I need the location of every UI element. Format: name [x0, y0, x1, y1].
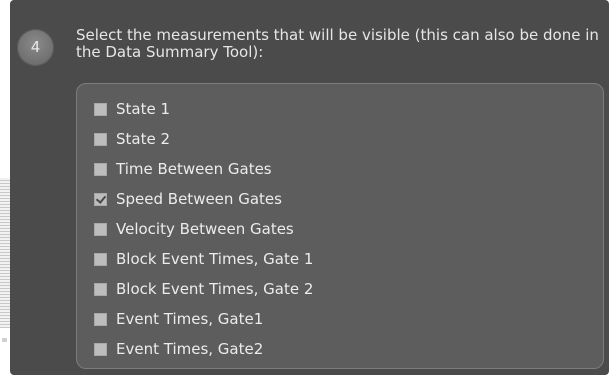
measurement-item-state-2[interactable]: State 2 — [94, 124, 313, 154]
measurement-item-block-event-times-gate-1[interactable]: Block Event Times, Gate 1 — [94, 244, 313, 274]
measurement-label: Time Between Gates — [116, 160, 272, 178]
measurement-item-block-event-times-gate-2[interactable]: Block Event Times, Gate 2 — [94, 274, 313, 304]
measurement-item-time-between-gates[interactable]: Time Between Gates — [94, 154, 313, 184]
checkbox[interactable] — [94, 282, 107, 296]
measurement-selection-panel: 4 Select the measurements that will be v… — [10, 0, 609, 375]
measurement-item-speed-between-gates[interactable]: Speed Between Gates — [94, 184, 313, 214]
measurement-label: Block Event Times, Gate 1 — [116, 250, 314, 268]
checkbox[interactable] — [94, 312, 107, 326]
measurement-label: State 1 — [116, 100, 171, 118]
measurement-item-velocity-between-gates[interactable]: Velocity Between Gates — [94, 214, 313, 244]
measurement-list-box: State 1 State 2 Time Between Gates Speed… — [76, 83, 604, 369]
step-instruction: Select the measurements that will be vis… — [76, 26, 599, 61]
measurement-item-state-1[interactable]: State 1 — [94, 94, 313, 124]
measurement-label: Block Event Times, Gate 2 — [116, 280, 314, 298]
checkbox[interactable] — [94, 192, 107, 206]
measurement-label: State 2 — [116, 130, 171, 148]
checkbox[interactable] — [94, 342, 107, 356]
measurement-item-event-times-gate2[interactable]: Event Times, Gate2 — [94, 334, 313, 364]
background-window-mark — [2, 338, 7, 342]
measurement-label: Event Times, Gate1 — [116, 310, 264, 328]
checkbox[interactable] — [94, 252, 107, 266]
step-number-badge: 4 — [17, 29, 54, 66]
checkbox[interactable] — [94, 162, 107, 176]
measurement-item-event-times-gate1[interactable]: Event Times, Gate1 — [94, 304, 313, 334]
background-window-edge — [0, 178, 10, 328]
checkbox[interactable] — [94, 222, 107, 236]
checkbox[interactable] — [94, 102, 107, 116]
checkbox[interactable] — [94, 132, 107, 146]
measurement-list: State 1 State 2 Time Between Gates Speed… — [94, 94, 313, 364]
measurement-label: Velocity Between Gates — [116, 220, 294, 238]
measurement-label: Event Times, Gate2 — [116, 340, 264, 358]
measurement-label: Speed Between Gates — [116, 190, 282, 208]
